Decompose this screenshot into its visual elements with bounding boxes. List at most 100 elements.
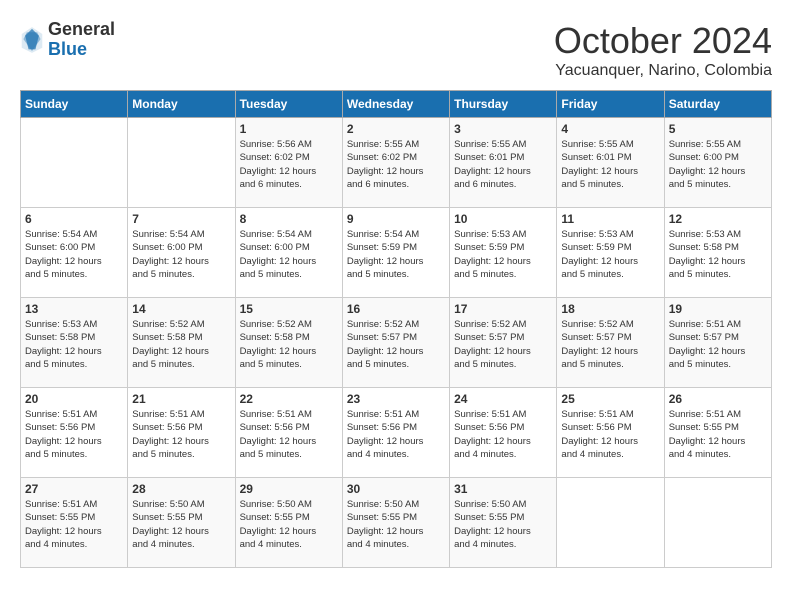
calendar-cell: 30Sunrise: 5:50 AM Sunset: 5:55 PM Dayli… — [342, 478, 449, 568]
day-number: 17 — [454, 302, 552, 316]
day-info: Sunrise: 5:55 AM Sunset: 6:01 PM Dayligh… — [561, 138, 659, 191]
day-number: 25 — [561, 392, 659, 406]
day-number: 21 — [132, 392, 230, 406]
day-number: 9 — [347, 212, 445, 226]
day-info: Sunrise: 5:53 AM Sunset: 5:58 PM Dayligh… — [669, 228, 767, 281]
day-info: Sunrise: 5:55 AM Sunset: 6:01 PM Dayligh… — [454, 138, 552, 191]
day-number: 13 — [25, 302, 123, 316]
calendar-week-row: 6 Sunrise: 5:54 AM Sunset: 6:00 PM Daylig… — [21, 208, 772, 298]
header-day: Thursday — [450, 91, 557, 118]
day-number: 24 — [454, 392, 552, 406]
day-info: Sunrise: 5:50 AM Sunset: 5:55 PM Dayligh… — [132, 498, 230, 551]
day-number: 14 — [132, 302, 230, 316]
calendar-cell: 8 Sunrise: 5:54 AM Sunset: 6:00 PM Daylig… — [235, 208, 342, 298]
header-day: Tuesday — [235, 91, 342, 118]
logo: General Blue — [20, 20, 115, 60]
day-number: 20 — [25, 392, 123, 406]
calendar-cell: 13Sunrise: 5:53 AM Sunset: 5:58 PM Dayli… — [21, 298, 128, 388]
day-number: 12 — [669, 212, 767, 226]
day-info: Sunrise: 5:51 AM Sunset: 5:55 PM Dayligh… — [25, 498, 123, 551]
calendar-cell: 26 Sunrise: 5:51 AM Sunset: 5:55 PM Dayli… — [664, 388, 771, 478]
header-day: Saturday — [664, 91, 771, 118]
header-day: Monday — [128, 91, 235, 118]
calendar-cell: 19 Sunrise: 5:51 AM Sunset: 5:57 PM Dayli… — [664, 298, 771, 388]
header-row: SundayMondayTuesdayWednesdayThursdayFrid… — [21, 91, 772, 118]
day-info: Sunrise: 5:50 AM Sunset: 5:55 PM Dayligh… — [454, 498, 552, 551]
calendar-cell: 25 Sunrise: 5:51 AM Sunset: 5:56 PM Dayli… — [557, 388, 664, 478]
day-number: 11 — [561, 212, 659, 226]
calendar-cell: 18 Sunrise: 5:52 AM Sunset: 5:57 PM Dayli… — [557, 298, 664, 388]
calendar-cell: 7 Sunrise: 5:54 AM Sunset: 6:00 PM Daylig… — [128, 208, 235, 298]
calendar-cell: 6 Sunrise: 5:54 AM Sunset: 6:00 PM Daylig… — [21, 208, 128, 298]
calendar-cell: 9 Sunrise: 5:54 AM Sunset: 5:59 PM Daylig… — [342, 208, 449, 298]
day-info: Sunrise: 5:50 AM Sunset: 5:55 PM Dayligh… — [347, 498, 445, 551]
day-number: 22 — [240, 392, 338, 406]
calendar-cell: 31 Sunrise: 5:50 AM Sunset: 5:55 PM Dayli… — [450, 478, 557, 568]
header-day: Wednesday — [342, 91, 449, 118]
logo-blue: Blue — [48, 40, 115, 60]
calendar-cell: 27 Sunrise: 5:51 AM Sunset: 5:55 PM Dayli… — [21, 478, 128, 568]
day-info: Sunrise: 5:54 AM Sunset: 6:00 PM Dayligh… — [132, 228, 230, 281]
calendar-week-row: 20 Sunrise: 5:51 AM Sunset: 5:56 PM Dayli… — [21, 388, 772, 478]
day-info: Sunrise: 5:54 AM Sunset: 6:00 PM Dayligh… — [240, 228, 338, 281]
calendar-cell: 5Sunrise: 5:55 AM Sunset: 6:00 PM Daylig… — [664, 118, 771, 208]
day-number: 15 — [240, 302, 338, 316]
day-number: 19 — [669, 302, 767, 316]
calendar-cell: 15 Sunrise: 5:52 AM Sunset: 5:58 PM Dayli… — [235, 298, 342, 388]
calendar-week-row: 13Sunrise: 5:53 AM Sunset: 5:58 PM Dayli… — [21, 298, 772, 388]
day-number: 29 — [240, 482, 338, 496]
day-info: Sunrise: 5:52 AM Sunset: 5:57 PM Dayligh… — [347, 318, 445, 371]
header-day: Friday — [557, 91, 664, 118]
day-info: Sunrise: 5:51 AM Sunset: 5:55 PM Dayligh… — [669, 408, 767, 461]
day-number: 23 — [347, 392, 445, 406]
day-info: Sunrise: 5:54 AM Sunset: 5:59 PM Dayligh… — [347, 228, 445, 281]
day-number: 6 — [25, 212, 123, 226]
calendar-cell: 4 Sunrise: 5:55 AM Sunset: 6:01 PM Daylig… — [557, 118, 664, 208]
day-info: Sunrise: 5:51 AM Sunset: 5:56 PM Dayligh… — [561, 408, 659, 461]
day-info: Sunrise: 5:51 AM Sunset: 5:57 PM Dayligh… — [669, 318, 767, 371]
day-info: Sunrise: 5:51 AM Sunset: 5:56 PM Dayligh… — [347, 408, 445, 461]
logo-text: General Blue — [48, 20, 115, 60]
calendar-cell: 12 Sunrise: 5:53 AM Sunset: 5:58 PM Dayli… — [664, 208, 771, 298]
day-number: 27 — [25, 482, 123, 496]
title-area: October 2024 Yacuanquer, Narino, Colombi… — [554, 20, 772, 80]
calendar-cell: 28 Sunrise: 5:50 AM Sunset: 5:55 PM Dayli… — [128, 478, 235, 568]
day-info: Sunrise: 5:52 AM Sunset: 5:57 PM Dayligh… — [454, 318, 552, 371]
calendar-cell — [21, 118, 128, 208]
day-number: 2 — [347, 122, 445, 136]
calendar-cell: 2Sunrise: 5:55 AM Sunset: 6:02 PM Daylig… — [342, 118, 449, 208]
calendar-cell — [664, 478, 771, 568]
logo-icon — [20, 25, 44, 55]
calendar-cell: 22Sunrise: 5:51 AM Sunset: 5:56 PM Dayli… — [235, 388, 342, 478]
day-info: Sunrise: 5:54 AM Sunset: 6:00 PM Dayligh… — [25, 228, 123, 281]
calendar-cell: 3Sunrise: 5:55 AM Sunset: 6:01 PM Daylig… — [450, 118, 557, 208]
calendar-cell: 23 Sunrise: 5:51 AM Sunset: 5:56 PM Dayli… — [342, 388, 449, 478]
day-info: Sunrise: 5:52 AM Sunset: 5:58 PM Dayligh… — [132, 318, 230, 371]
day-number: 28 — [132, 482, 230, 496]
calendar-cell: 14 Sunrise: 5:52 AM Sunset: 5:58 PM Dayli… — [128, 298, 235, 388]
day-number: 8 — [240, 212, 338, 226]
day-number: 7 — [132, 212, 230, 226]
page-header: General Blue October 2024 Yacuanquer, Na… — [20, 20, 772, 80]
day-number: 5 — [669, 122, 767, 136]
day-info: Sunrise: 5:51 AM Sunset: 5:56 PM Dayligh… — [132, 408, 230, 461]
day-info: Sunrise: 5:53 AM Sunset: 5:59 PM Dayligh… — [561, 228, 659, 281]
day-number: 26 — [669, 392, 767, 406]
calendar-cell: 16 Sunrise: 5:52 AM Sunset: 5:57 PM Dayli… — [342, 298, 449, 388]
calendar-cell: 17 Sunrise: 5:52 AM Sunset: 5:57 PM Dayli… — [450, 298, 557, 388]
day-info: Sunrise: 5:52 AM Sunset: 5:58 PM Dayligh… — [240, 318, 338, 371]
day-number: 16 — [347, 302, 445, 316]
calendar-cell: 21 Sunrise: 5:51 AM Sunset: 5:56 PM Dayli… — [128, 388, 235, 478]
calendar-cell: 24Sunrise: 5:51 AM Sunset: 5:56 PM Dayli… — [450, 388, 557, 478]
calendar-cell: 20Sunrise: 5:51 AM Sunset: 5:56 PM Dayli… — [21, 388, 128, 478]
day-info: Sunrise: 5:52 AM Sunset: 5:57 PM Dayligh… — [561, 318, 659, 371]
month-title: October 2024 — [554, 20, 772, 62]
day-number: 31 — [454, 482, 552, 496]
calendar-cell: 29 Sunrise: 5:50 AM Sunset: 5:55 PM Dayli… — [235, 478, 342, 568]
day-number: 18 — [561, 302, 659, 316]
calendar-cell: 1Sunrise: 5:56 AM Sunset: 6:02 PM Daylig… — [235, 118, 342, 208]
day-number: 4 — [561, 122, 659, 136]
header-day: Sunday — [21, 91, 128, 118]
day-info: Sunrise: 5:50 AM Sunset: 5:55 PM Dayligh… — [240, 498, 338, 551]
location: Yacuanquer, Narino, Colombia — [554, 62, 772, 80]
